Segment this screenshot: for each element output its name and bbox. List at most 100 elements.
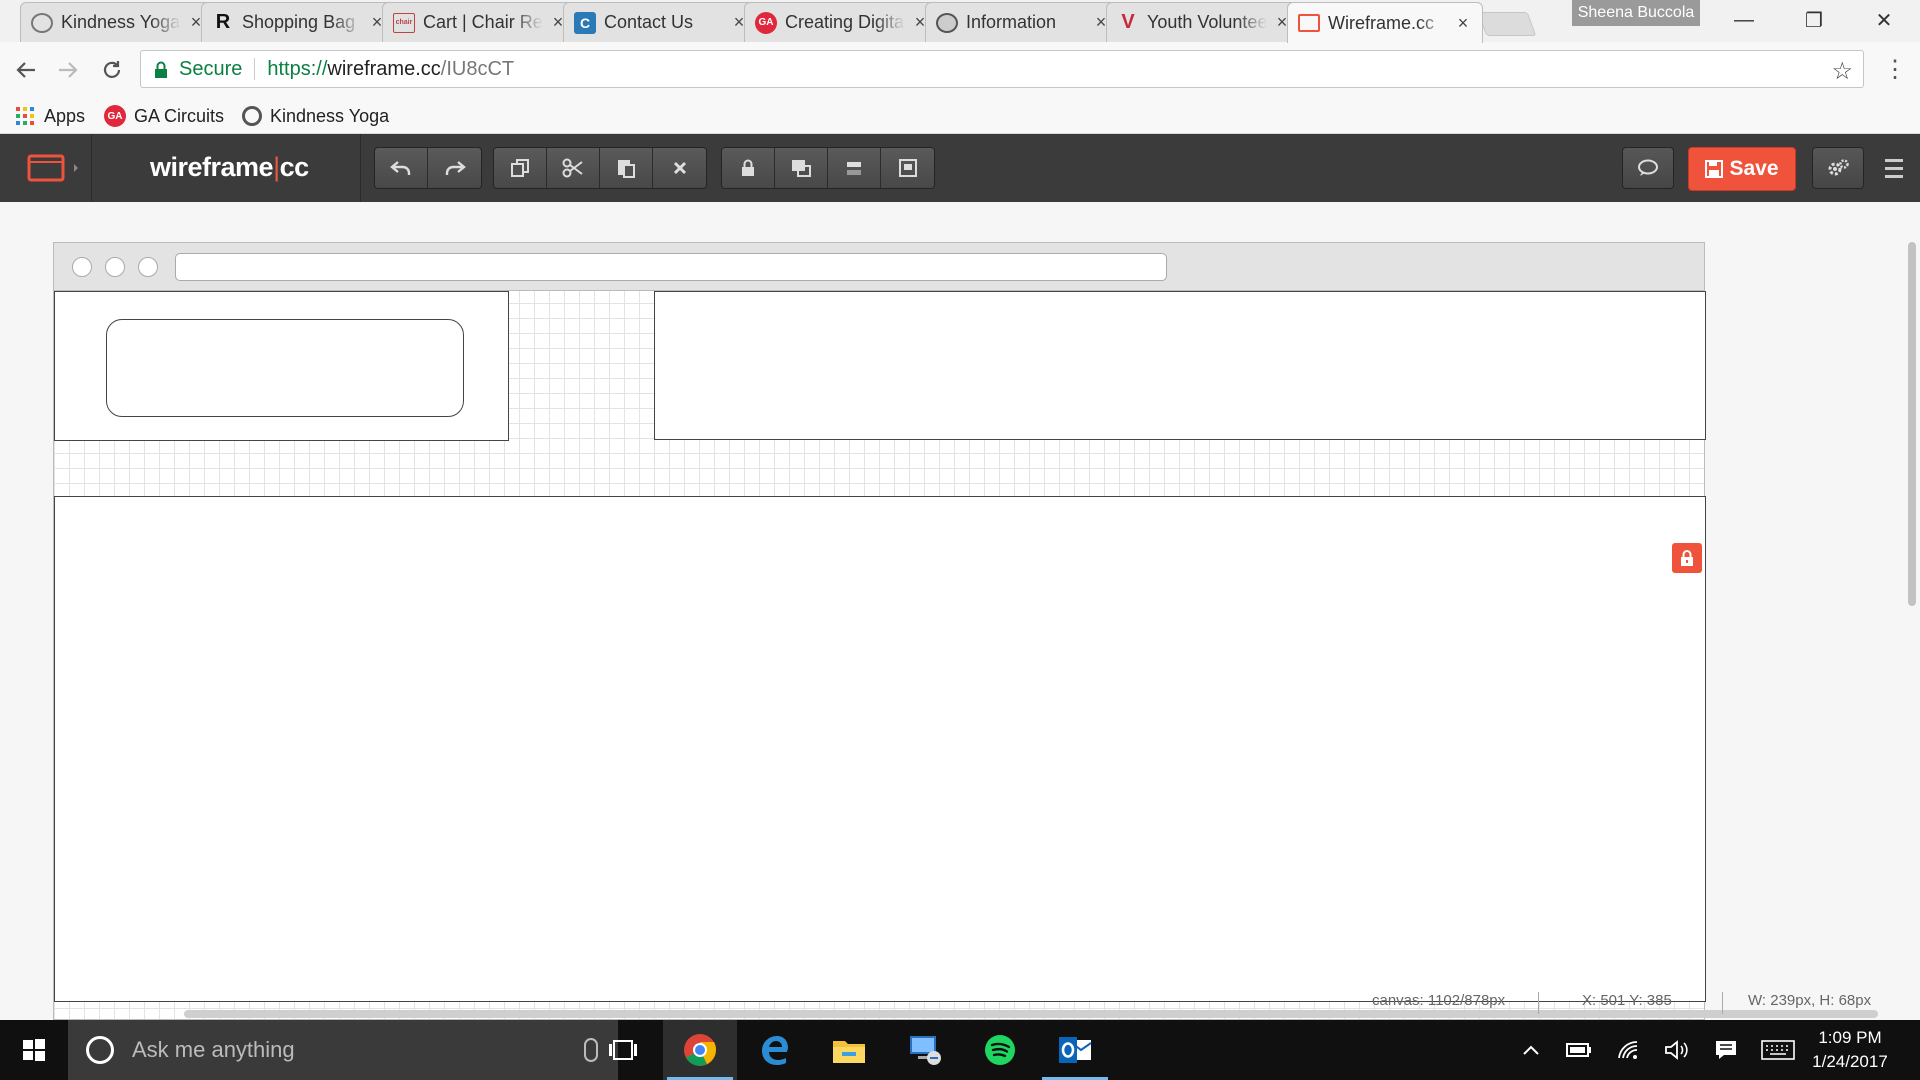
ga-logo-icon: GA	[104, 105, 126, 127]
undo-icon[interactable]	[375, 148, 428, 188]
hamburger-menu-icon[interactable]	[1880, 150, 1908, 186]
rounded-rectangle-element[interactable]	[106, 319, 464, 417]
chair-rental-icon: chair	[393, 12, 415, 33]
tab-contact-us[interactable]: C Contact Us ×	[563, 2, 759, 42]
windows-taskbar: Ask me anything 1:09 PM 1/24/2017	[0, 1020, 1920, 1080]
clock-date: 1/24/2017	[1812, 1052, 1888, 1071]
header-divider	[360, 134, 361, 202]
main-content-box[interactable]	[54, 496, 1706, 1002]
copy-icon[interactable]	[494, 148, 547, 188]
redo-icon[interactable]	[428, 148, 481, 188]
speech-bubble-icon	[1638, 159, 1658, 176]
cortana-search-box[interactable]: Ask me anything	[68, 1020, 618, 1080]
back-icon[interactable]	[8, 52, 44, 88]
tab-youth-volunteer[interactable]: V Youth Volunteer ×	[1106, 2, 1302, 42]
vertical-scrollbar[interactable]	[1908, 242, 1916, 606]
status-bar: canvas: 1102/878px X: 501 Y: 385 W: 239p…	[1300, 988, 1920, 1018]
cursor-coordinates-readout: X: 501 Y: 385	[1582, 992, 1672, 1009]
spotify-icon[interactable]	[963, 1020, 1037, 1080]
lock-icon[interactable]	[722, 148, 775, 188]
paste-icon[interactable]	[600, 148, 653, 188]
minimize-button[interactable]: —	[1714, 0, 1774, 40]
align-icon[interactable]	[828, 148, 881, 188]
file-explorer-icon[interactable]	[812, 1020, 886, 1080]
volume-icon[interactable]	[1660, 1020, 1694, 1080]
bookmark-kindness-yoga[interactable]: Kindness Yoga	[242, 102, 389, 130]
tab-wireframe-cc[interactable]: Wireframe.cc ×	[1287, 2, 1483, 43]
windows-start-icon[interactable]	[0, 1020, 68, 1080]
bookmark-label: GA Circuits	[134, 105, 225, 126]
omnibox-divider	[254, 58, 256, 80]
tab-information[interactable]: Information ×	[925, 2, 1121, 42]
outlook-icon[interactable]	[1038, 1020, 1112, 1080]
save-button[interactable]: Save	[1688, 147, 1796, 191]
system-clock[interactable]: 1:09 PM 1/24/2017	[1800, 1026, 1900, 1074]
locked-element-lock-icon[interactable]	[1672, 543, 1702, 573]
mockup-address-bar	[175, 253, 1167, 281]
remote-desktop-icon[interactable]	[888, 1020, 962, 1080]
forward-icon[interactable]	[50, 52, 86, 88]
tab-title: Cart | Chair Rental	[423, 12, 543, 32]
bookmark-star-icon[interactable]: ☆	[1831, 57, 1853, 86]
app-header: wireframe|cc Save	[0, 134, 1920, 202]
floppy-disk-icon	[1705, 160, 1724, 178]
restore-button[interactable]: ❐	[1784, 0, 1844, 40]
seal-icon	[936, 12, 958, 33]
tab-title: Youth Volunteer	[1147, 12, 1267, 32]
touch-keyboard-icon[interactable]	[1756, 1020, 1800, 1080]
status-divider	[1538, 992, 1539, 1014]
bookmark-apps[interactable]: Apps	[14, 102, 85, 130]
delete-icon[interactable]	[653, 148, 706, 188]
tab-title: Creating Digital	[785, 12, 905, 32]
action-center-icon[interactable]	[1708, 1020, 1744, 1080]
search-placeholder: Ask me anything	[132, 1037, 295, 1062]
tab-cart-chair-rental[interactable]: chair Cart | Chair Rental ×	[382, 2, 578, 42]
selection-size-readout: W: 239px, H: 68px	[1748, 992, 1872, 1009]
url-scheme: https://	[267, 57, 328, 80]
battery-icon[interactable]	[1562, 1020, 1596, 1080]
tab-title: Wireframe.cc	[1328, 12, 1435, 33]
c-logo-icon: C	[574, 11, 596, 34]
tab-kindness-yoga[interactable]: Kindness Yoga ×	[20, 2, 216, 42]
ga-logo-icon: GA	[755, 11, 777, 34]
mockup-window-dot	[72, 257, 92, 277]
group-icon[interactable]	[881, 148, 934, 188]
browser-mockup-frame[interactable]	[53, 242, 1706, 1020]
logo-text-wireframe: wireframe	[150, 152, 274, 182]
tab-title: Contact Us	[604, 12, 694, 32]
profile-name[interactable]: Sheena Buccola	[1572, 0, 1700, 26]
bookmark-label: Apps	[44, 105, 86, 126]
chrome-menu-icon[interactable]: ⋮	[1880, 52, 1910, 88]
v-logo-icon: V	[1121, 11, 1135, 33]
tab-shopping-bag[interactable]: R Shopping Bag ×	[201, 2, 397, 42]
tab-creating-digital[interactable]: GA Creating Digital ×	[744, 2, 940, 42]
app-menu-button[interactable]	[0, 134, 92, 202]
logo-text-cc: cc	[279, 152, 310, 182]
address-bar[interactable]: Secure https://wireframe.cc/IU8cCT ☆	[140, 50, 1864, 88]
arrange-icon[interactable]	[775, 148, 828, 188]
save-label: Save	[1729, 157, 1779, 180]
circle-icon	[31, 12, 53, 33]
bookmarks-bar: Apps GA GA Circuits Kindness Yoga	[0, 98, 1920, 134]
header-right-box[interactable]	[654, 291, 1706, 440]
show-hidden-icons-chevron-icon[interactable]	[1516, 1020, 1546, 1080]
url-path: /IU8cCT	[440, 57, 515, 80]
chrome-icon[interactable]	[663, 1020, 737, 1080]
new-tab-button[interactable]	[1477, 12, 1537, 36]
bookmark-ga-circuits[interactable]: GA GA Circuits	[104, 102, 224, 130]
task-view-icon[interactable]	[586, 1020, 660, 1080]
header-left-box[interactable]	[54, 291, 509, 441]
reload-icon[interactable]	[94, 52, 130, 88]
apps-grid-icon	[14, 105, 36, 127]
settings-button[interactable]	[1812, 147, 1864, 189]
comment-button[interactable]	[1622, 147, 1674, 189]
cut-icon[interactable]	[547, 148, 600, 188]
history-toolbar-group	[374, 147, 482, 189]
wifi-icon[interactable]	[1612, 1020, 1646, 1080]
status-divider	[1722, 992, 1723, 1014]
close-tab-icon[interactable]: ×	[1454, 13, 1472, 34]
gears-icon	[1828, 159, 1849, 176]
canvas-workspace[interactable]: canvas: 1102/878px X: 501 Y: 385 W: 239p…	[0, 202, 1920, 1020]
close-window-button[interactable]: ✕	[1854, 0, 1914, 40]
edge-icon[interactable]	[738, 1020, 812, 1080]
